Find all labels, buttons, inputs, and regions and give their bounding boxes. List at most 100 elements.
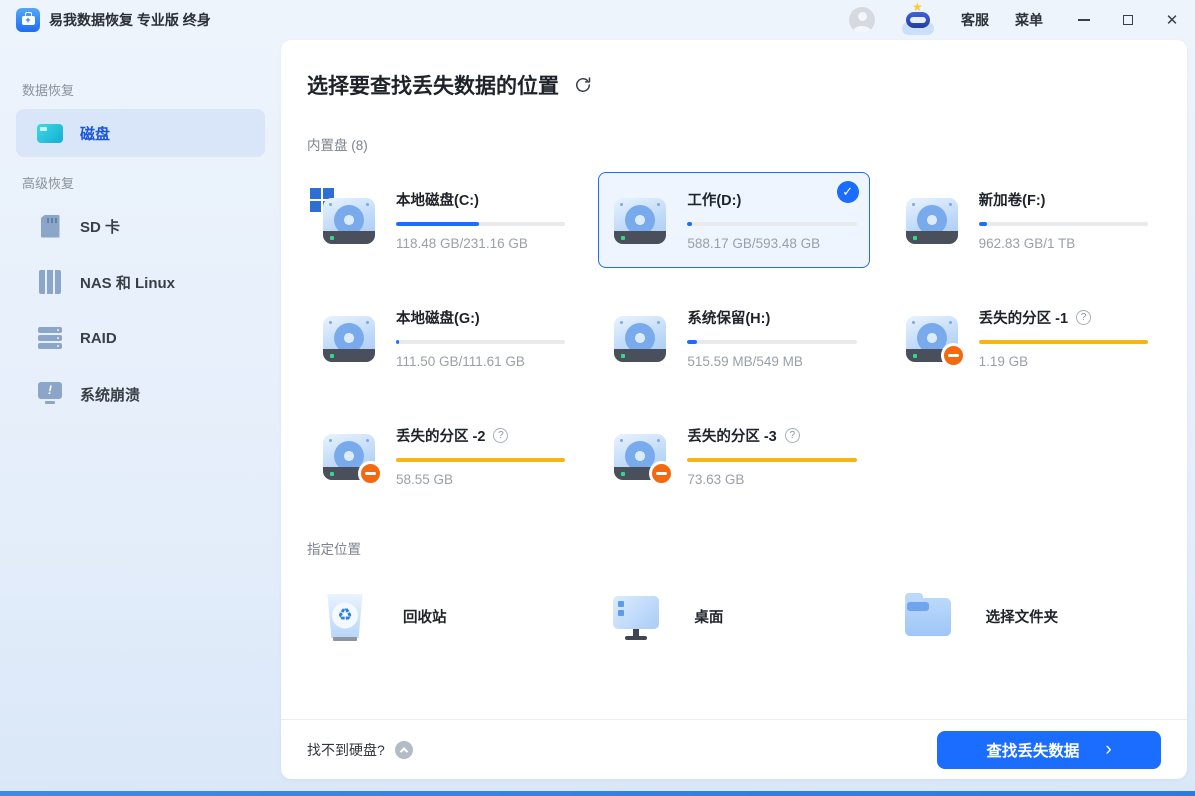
capacity-bar-fill (396, 222, 479, 226)
minimize-button[interactable] (1077, 13, 1091, 27)
capacity-bar-fill (687, 340, 697, 344)
sidebar-item-label: RAID (80, 330, 117, 347)
capacity-bar (979, 222, 1148, 226)
check-icon: ✓ (837, 181, 859, 203)
sidebar-item[interactable]: ! 系统崩溃 (16, 370, 265, 418)
capacity-bar-fill (396, 458, 565, 462)
drive-size: 1.19 GB (979, 354, 1148, 369)
drive-tile[interactable]: 本地磁盘(C:) 118.48 GB/231.16 GB (307, 172, 578, 268)
refresh-icon[interactable] (573, 75, 593, 95)
drive-tile[interactable]: 丢失的分区 -3? 73.63 GB (598, 408, 869, 504)
hard-drive-icon (903, 310, 961, 366)
sd-card-icon (36, 212, 64, 240)
drive-name: 丢失的分区 -1 (979, 307, 1068, 328)
hard-drive-icon (611, 428, 669, 484)
drive-tile[interactable]: 系统保留(H:)515.59 MB/549 MB (598, 290, 869, 386)
location-item[interactable]: ♻ 回收站 (307, 580, 578, 652)
capacity-bar-fill (396, 340, 399, 344)
sidebar-item[interactable]: SD 卡 (16, 202, 265, 250)
drive-name: 本地磁盘(G:) (396, 307, 480, 328)
hard-drive-icon (320, 428, 378, 484)
close-button[interactable]: ✕ (1165, 13, 1179, 27)
chevron-up-icon[interactable] (395, 741, 413, 759)
app-logo-icon (16, 8, 40, 32)
drive-name: 工作(D:) (687, 189, 741, 210)
lost-partition-badge-icon (941, 343, 966, 368)
page-title: 选择要查找丢失数据的位置 (307, 70, 559, 100)
help-icon[interactable]: ? (493, 428, 508, 443)
lost-partition-badge-icon (358, 461, 383, 486)
support-link[interactable]: 客服 (961, 10, 989, 30)
main-panel: 选择要查找丢失数据的位置 内置盘 (8) 本地磁盘(C:)118.48 GB/2… (281, 40, 1187, 779)
location-item[interactable]: 桌面 (598, 580, 869, 652)
location-grid: ♻ 回收站 桌面 选择文件夹 (307, 580, 1161, 652)
hard-drive-icon (611, 192, 669, 248)
drive-tile[interactable]: 新加卷(F:) 962.83 GB/1 TB (890, 172, 1161, 268)
drive-size: 58.55 GB (396, 472, 565, 487)
capacity-bar-fill (687, 222, 692, 226)
capacity-bar (396, 458, 565, 462)
location-label: 桌面 (694, 606, 723, 627)
capacity-bar-fill (979, 222, 987, 226)
drive-tile[interactable]: 工作(D:) 588.17 GB/593.48 GB ✓ (598, 172, 869, 268)
help-icon[interactable]: ? (1076, 310, 1091, 325)
hard-drive-icon (320, 310, 378, 366)
desktop-icon (610, 588, 662, 644)
drive-name: 本地磁盘(C:) (396, 189, 479, 210)
sidebar-item[interactable]: RAID (16, 314, 265, 362)
window-bottom-edge (0, 791, 1195, 796)
capacity-bar-fill (687, 458, 856, 462)
capacity-bar (396, 222, 565, 226)
cant-find-disk-text: 找不到硬盘? (307, 740, 385, 760)
capacity-bar (687, 458, 856, 462)
specified-location-label: 指定位置 (307, 538, 1161, 558)
drive-name: 丢失的分区 -2 (396, 425, 485, 446)
arrow-right-icon: › (1105, 740, 1111, 759)
drive-tile[interactable]: 本地磁盘(G:) 111.50 GB/111.61 GB (307, 290, 578, 386)
location-label: 选择文件夹 (986, 606, 1059, 627)
system-crash-icon: ! (36, 380, 64, 408)
drive-grid: 本地磁盘(C:) 118.48 GB/231.16 GB 工作(D:) 588.17 … (307, 172, 1161, 504)
sidebar-item[interactable]: NAS 和 Linux (16, 258, 265, 306)
maximize-button[interactable] (1121, 13, 1135, 27)
capacity-bar-fill (979, 340, 1148, 344)
capacity-bar (979, 340, 1148, 344)
sidebar: 数据恢复磁盘高级恢复SD 卡NAS 和 LinuxRAID!系统崩溃 (0, 40, 281, 791)
location-item[interactable]: 选择文件夹 (890, 580, 1161, 652)
help-icon[interactable]: ? (785, 428, 800, 443)
menu-link[interactable]: 菜单 (1015, 10, 1043, 30)
recycle-bin-icon: ♻ (319, 588, 371, 644)
footer-bar: 找不到硬盘? 查找丢失数据 › (281, 719, 1187, 779)
location-label: 回收站 (403, 606, 447, 627)
sidebar-section-label: 数据恢复 (22, 80, 265, 99)
hard-drive-icon (320, 192, 378, 248)
sidebar-item-label: NAS 和 Linux (80, 272, 175, 293)
scan-button[interactable]: 查找丢失数据 › (937, 731, 1161, 769)
title-bar: 易我数据恢复 专业版 终身 ★ 客服 菜单 ✕ (0, 0, 1195, 40)
drive-name: 系统保留(H:) (687, 307, 770, 328)
capacity-bar (396, 340, 565, 344)
disk-icon (36, 119, 64, 147)
drive-size: 962.83 GB/1 TB (979, 236, 1148, 251)
drive-tile[interactable]: 丢失的分区 -2? 58.55 GB (307, 408, 578, 504)
sidebar-item-label: 系统崩溃 (80, 384, 140, 405)
drive-size: 588.17 GB/593.48 GB (687, 236, 856, 251)
capacity-bar (687, 222, 856, 226)
folder-icon (902, 588, 954, 644)
capacity-bar (687, 340, 856, 344)
sidebar-item-label: 磁盘 (80, 123, 110, 144)
drive-name: 丢失的分区 -3 (687, 425, 776, 446)
app-title: 易我数据恢复 专业版 终身 (49, 10, 211, 30)
drive-size: 111.50 GB/111.61 GB (396, 354, 565, 369)
nas-icon (36, 268, 64, 296)
sidebar-item[interactable]: 磁盘 (16, 109, 265, 157)
drive-size: 73.63 GB (687, 472, 856, 487)
raid-icon (36, 324, 64, 352)
drive-tile[interactable]: 丢失的分区 -1? 1.19 GB (890, 290, 1161, 386)
assistant-robot-icon[interactable]: ★ (901, 5, 935, 35)
drive-size: 118.48 GB/231.16 GB (396, 236, 565, 251)
lost-partition-badge-icon (649, 461, 674, 486)
drive-name: 新加卷(F:) (979, 189, 1046, 210)
user-avatar[interactable] (849, 7, 875, 33)
hard-drive-icon (611, 310, 669, 366)
